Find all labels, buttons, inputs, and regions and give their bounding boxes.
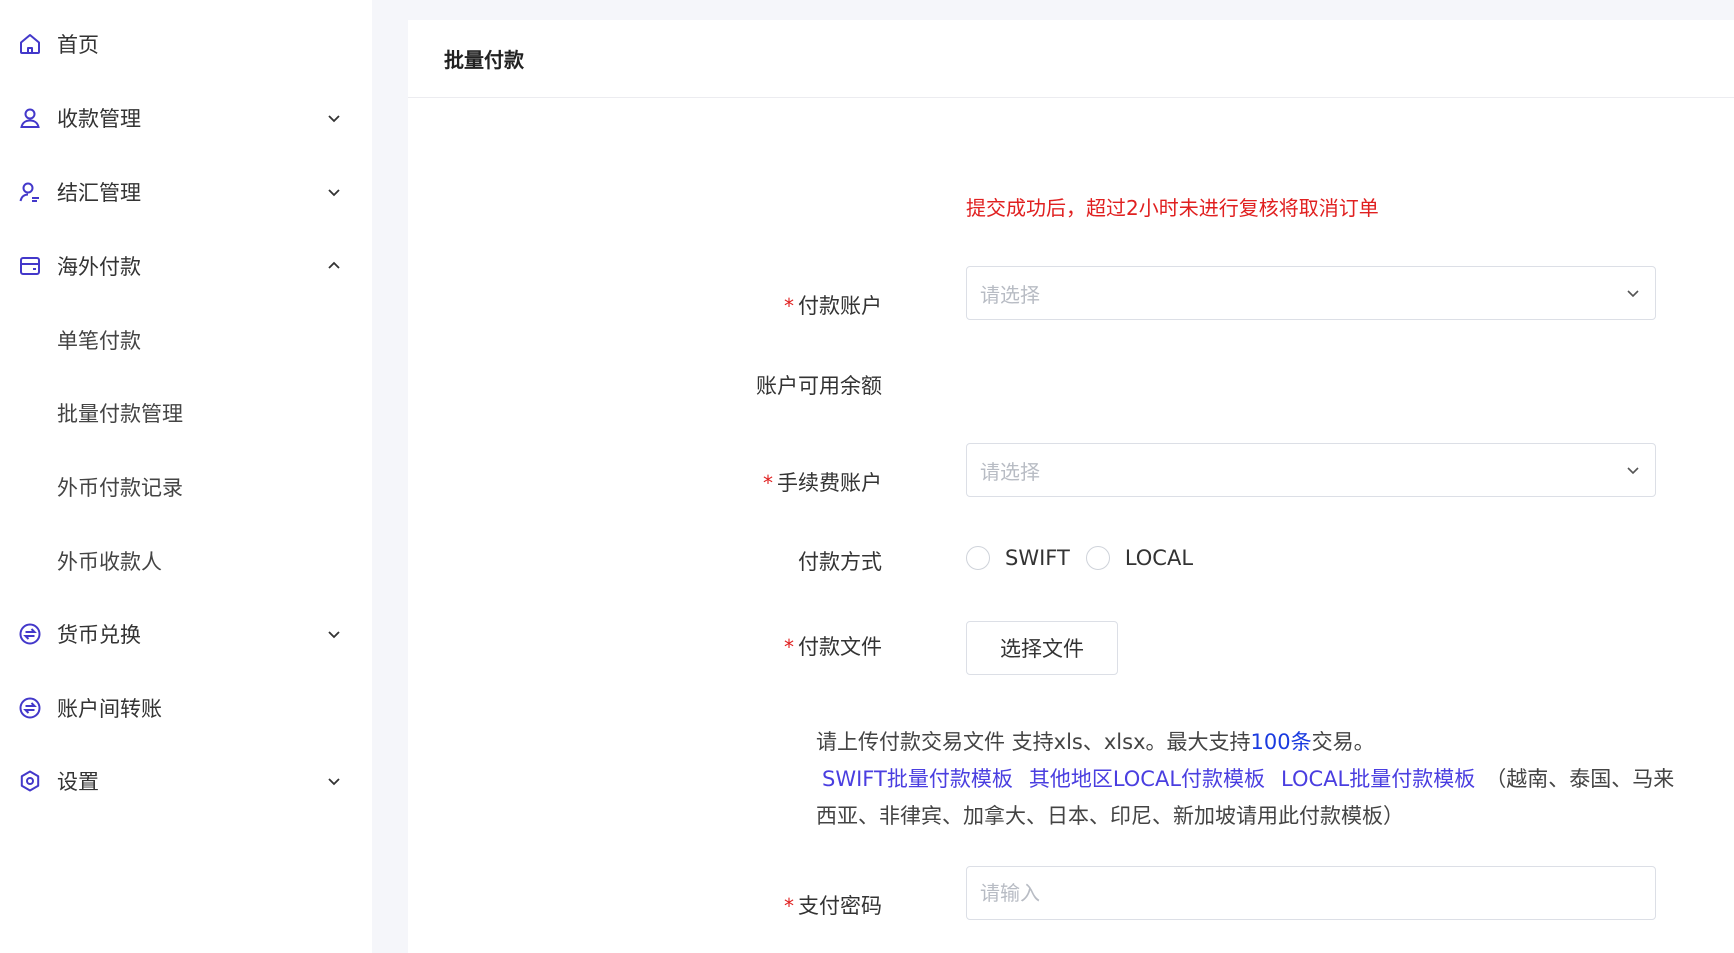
payment-account-label: * 付款账户 <box>784 294 882 318</box>
swift-template-link[interactable]: SWIFT批量付款模板 <box>822 767 1013 791</box>
required-mark: * <box>784 294 794 318</box>
payment-method-label: 付款方式 <box>798 550 882 574</box>
sidebar-item-home[interactable]: 首页 <box>0 14 372 74</box>
user-icon <box>17 105 43 131</box>
required-mark: * <box>784 635 794 659</box>
sidebar-item-currency-exchange[interactable]: 货币兑换 <box>0 604 372 664</box>
choose-file-button[interactable]: 选择文件 <box>966 621 1118 675</box>
chevron-up-icon <box>326 258 342 274</box>
pay-password-field[interactable] <box>966 866 1656 920</box>
user-edit-icon <box>17 179 43 205</box>
sidebar-item-fx-payees[interactable]: 外币收款人 <box>0 531 372 591</box>
sidebar-item-label: 首页 <box>57 33 99 57</box>
sidebar-item-label: 海外付款 <box>57 255 141 279</box>
local-radio[interactable] <box>1085 546 1110 570</box>
chevron-down-icon <box>326 773 342 789</box>
sidebar-item-label: 收款管理 <box>57 107 141 131</box>
sidebar-item-account-transfer[interactable]: 账户间转账 <box>0 678 372 738</box>
sidebar-item-batch-payment-manage[interactable]: 批量付款管理 <box>0 383 372 443</box>
payment-file-label: * 付款文件 <box>784 635 882 659</box>
payment-account-placeholder: 请选择 <box>980 282 1040 307</box>
sidebar-item-overseas-payment[interactable]: 海外付款 <box>0 236 372 296</box>
chevron-down-icon <box>1625 285 1641 301</box>
chevron-down-icon <box>326 184 342 200</box>
pay-password-input[interactable] <box>980 881 1655 905</box>
local-radio-label[interactable]: LOCAL <box>1125 546 1193 570</box>
sidebar-item-label: 货币兑换 <box>57 623 141 647</box>
sidebar-item-label: 单笔付款 <box>57 329 141 353</box>
sidebar-item-collections[interactable]: 收款管理 <box>0 88 372 148</box>
fee-account-label: * 手续费账户 <box>763 471 882 495</box>
swift-radio[interactable] <box>966 546 990 570</box>
required-mark: * <box>763 471 773 495</box>
fee-account-placeholder: 请选择 <box>980 459 1040 484</box>
chevron-down-icon <box>326 110 342 126</box>
fee-account-select[interactable]: 请选择 <box>966 443 1656 497</box>
review-timeout-notice: 提交成功后，超过2小时未进行复核将取消订单 <box>966 196 1379 220</box>
sidebar-item-label: 批量付款管理 <box>57 402 183 426</box>
sidebar-item-label: 账户间转账 <box>57 697 162 721</box>
sidebar-item-settings[interactable]: 设置 <box>0 751 372 811</box>
sidebar: 首页 收款管理 结汇管理 海外付款 单笔付款 批量付款管理 外币付款记录 外币收… <box>0 0 372 953</box>
main-panel: 批量付款 提交成功后，超过2小时未进行复核将取消订单 * 付款账户 请选择 账户可… <box>408 20 1734 953</box>
exchange-icon <box>17 621 43 647</box>
available-balance-label: 账户可用余额 <box>756 374 882 398</box>
sidebar-item-label: 外币付款记录 <box>57 476 183 500</box>
sidebar-item-fx-payment-records[interactable]: 外币付款记录 <box>0 457 372 517</box>
upload-help-line: 请上传付款交易文件 支持xls、xlsx。最大支持100条交易。 <box>816 730 1375 754</box>
upload-help: 请上传付款交易文件 支持xls、xlsx。最大支持100条交易。 SWIFT批量… <box>816 724 1676 835</box>
max-count-highlight: 100条 <box>1250 730 1312 754</box>
sidebar-item-label: 外币收款人 <box>57 550 162 574</box>
pay-password-label: * 支付密码 <box>784 894 882 918</box>
payment-account-select[interactable]: 请选择 <box>966 266 1656 320</box>
chevron-down-icon <box>326 626 342 642</box>
sidebar-item-label: 设置 <box>57 770 99 794</box>
settings-icon <box>17 768 43 794</box>
chevron-down-icon <box>1625 462 1641 478</box>
local-batch-template-link[interactable]: LOCAL批量付款模板 <box>1281 767 1475 791</box>
page-header: 批量付款 <box>408 20 1734 98</box>
swift-radio-label[interactable]: SWIFT <box>1005 546 1070 570</box>
required-mark: * <box>784 894 794 918</box>
page-title: 批量付款 <box>444 48 524 72</box>
other-local-template-link[interactable]: 其他地区LOCAL付款模板 <box>1029 767 1265 791</box>
wallet-icon <box>17 253 43 279</box>
template-links: SWIFT批量付款模板 其他地区LOCAL付款模板 LOCAL批量付款模板 （越南、泰… <box>816 761 1676 835</box>
sidebar-item-single-payment[interactable]: 单笔付款 <box>0 310 372 370</box>
home-icon <box>17 31 43 57</box>
transfer-icon <box>17 695 43 721</box>
sidebar-item-settlement[interactable]: 结汇管理 <box>0 162 372 222</box>
sidebar-item-label: 结汇管理 <box>57 181 141 205</box>
payment-method-radio-group: SWIFT LOCAL <box>966 546 1209 570</box>
